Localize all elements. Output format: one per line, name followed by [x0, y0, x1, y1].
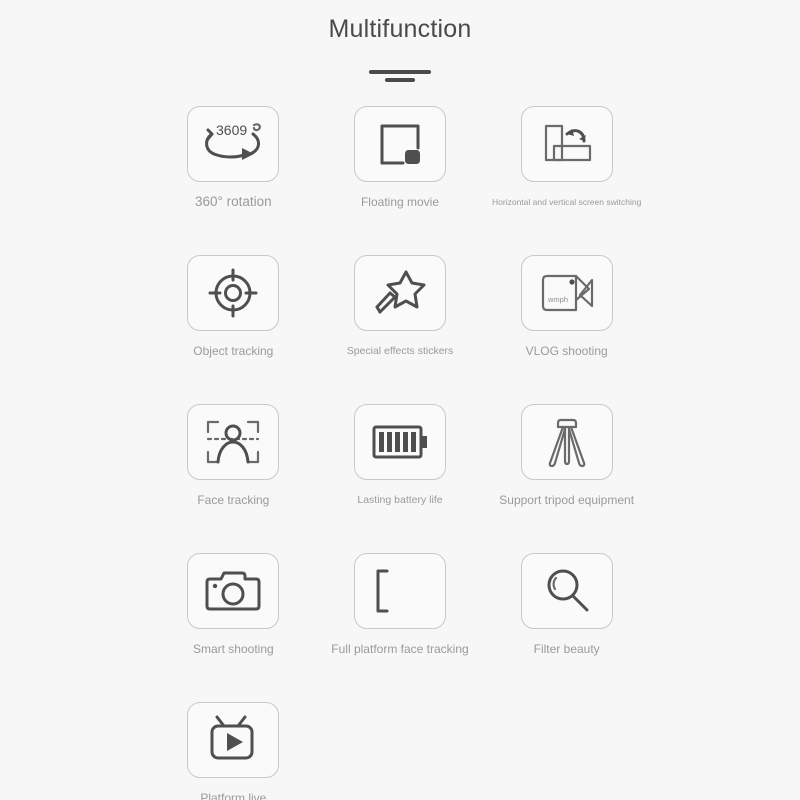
page-header: Multifunction [0, 0, 800, 82]
feature-label: Lasting battery life [357, 494, 443, 506]
face-focus-frame-icon [207, 420, 260, 464]
magic-wand-star-icon [375, 270, 426, 314]
feature-label: Support tripod equipment [499, 493, 635, 507]
rotation-360-icon: 3609 [205, 122, 262, 160]
video-camera-icon-text: wmph [547, 295, 568, 304]
feature-label: VLOG shooting [525, 344, 608, 358]
feature-item-special-effects[interactable]: Special effects stickers [317, 255, 484, 358]
icon-card [187, 553, 280, 629]
feature-item-rotation-360[interactable]: 3609 360° rotation [150, 106, 317, 209]
feature-label: Face tracking [197, 493, 270, 507]
picture-in-picture-icon [380, 124, 420, 165]
feature-grid: 3609 360° rotation Floating movie Horizo… [0, 106, 800, 800]
icon-card [520, 106, 613, 182]
icon-card: wmph [520, 255, 613, 331]
feature-item-object-tracking[interactable]: Object tracking [150, 255, 317, 358]
icon-card [187, 702, 280, 778]
icon-card [187, 255, 280, 331]
icon-card [520, 553, 613, 629]
title-divider [369, 70, 431, 82]
crosshair-target-icon [208, 268, 258, 318]
tv-play-icon [210, 715, 254, 760]
camera-icon [205, 571, 261, 611]
feature-label: Platform live [200, 791, 267, 800]
divider-bar-bottom [385, 78, 415, 82]
multifunction-page: Multifunction 3609 360° rotation Floatin… [0, 0, 800, 800]
video-camera-icon: wmph [541, 274, 593, 312]
feature-label: Horizontal and vertical screen switching [492, 197, 642, 207]
page-title: Multifunction [328, 15, 472, 43]
bracket-left-icon [376, 569, 389, 613]
feature-item-battery-life[interactable]: Lasting battery life [317, 404, 484, 507]
icon-card [187, 404, 280, 480]
tripod-icon [548, 418, 586, 468]
icon-card [353, 106, 446, 182]
icon-card [353, 553, 446, 629]
feature-label: Filter beauty [533, 642, 600, 656]
feature-label: 360° rotation [194, 194, 272, 209]
icon-card [520, 404, 613, 480]
feature-item-tripod-support[interactable]: Support tripod equipment [483, 404, 650, 507]
feature-item-floating-movie[interactable]: Floating movie [317, 106, 484, 209]
feature-label: Object tracking [193, 344, 274, 358]
magnifier-icon [547, 569, 589, 612]
feature-item-full-platform-face-tracking[interactable]: Full platform face tracking [317, 553, 484, 656]
rotation-360-icon-text: 3609 [216, 122, 247, 138]
divider-bar-top [369, 70, 431, 74]
feature-item-filter-beauty[interactable]: Filter beauty [483, 553, 650, 656]
icon-card [353, 255, 446, 331]
feature-item-platform-live[interactable]: Platform live [150, 702, 317, 800]
icon-card [353, 404, 446, 480]
feature-item-face-tracking[interactable]: Face tracking [150, 404, 317, 507]
feature-label: Smart shooting [192, 642, 274, 656]
feature-item-vlog-shooting[interactable]: wmph VLOG shooting [483, 255, 650, 358]
icon-card: 3609 [187, 106, 280, 182]
battery-full-icon [372, 425, 427, 459]
feature-label: Floating movie [360, 195, 440, 209]
feature-label: Special effects stickers [346, 345, 454, 357]
feature-item-screen-switching[interactable]: Horizontal and vertical screen switching [483, 106, 650, 209]
feature-item-smart-shooting[interactable]: Smart shooting [150, 553, 317, 656]
screen-rotate-icon [544, 124, 591, 162]
feature-label: Full platform face tracking [331, 642, 469, 656]
